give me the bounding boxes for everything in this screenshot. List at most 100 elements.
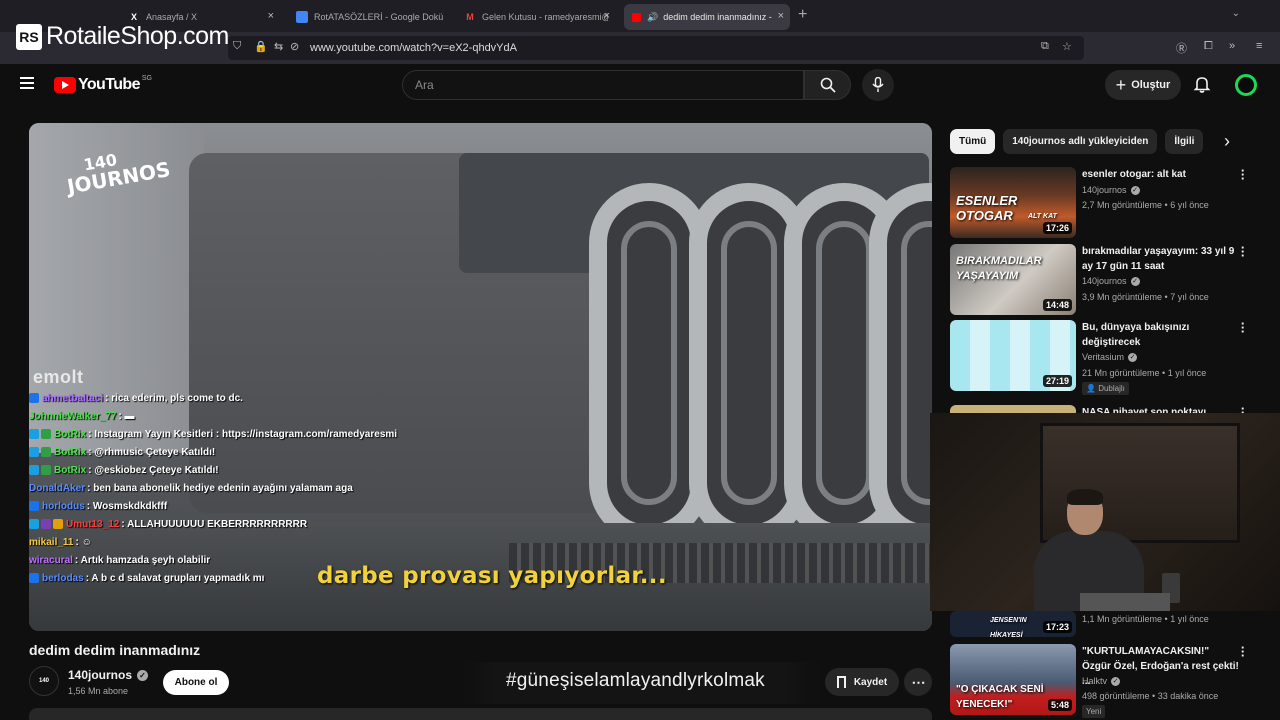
youtube-play-icon (54, 77, 76, 93)
video-thumbnail[interactable]: 27:19 (950, 320, 1076, 391)
profile-icon[interactable]: Ⓡ (1176, 40, 1187, 56)
chat-text: : ▬ (118, 411, 135, 422)
youtube-logo[interactable]: YouTube SG (54, 75, 152, 94)
channel-name-text: 140journos (68, 668, 133, 682)
autoplay-blocked-icon[interactable]: ⊘ (290, 40, 299, 53)
search-input[interactable]: Ara (402, 70, 804, 100)
save-label: Kaydet (853, 676, 888, 688)
streamer-hair (1067, 489, 1103, 505)
chat-badge-icon (41, 447, 51, 457)
duration-badge: 14:48 (1042, 299, 1072, 311)
chat-message: Umut13_12: ALLAHUUUUUU EKBERRRRRRRRRR (29, 519, 449, 531)
extensions-icon[interactable]: ⧠ (1204, 40, 1213, 53)
recommendation-title[interactable]: Bu, dünyaya bakışınızı değiştirecek (1082, 320, 1240, 350)
chat-message: ahmetbaltaci: rica ederim, pls come to d… (29, 393, 449, 405)
youtube-header: YouTube SG Ara + Oluştur (0, 64, 1280, 106)
kebab-menu-icon[interactable]: · · · (1240, 241, 1246, 262)
chevron-right-icon[interactable]: › (1224, 131, 1230, 152)
tab-youtube[interactable]: 🔊 dedim dedim inanmadınız - × (624, 4, 790, 30)
more-actions-button[interactable]: ⋯ (904, 668, 932, 696)
search-button[interactable] (804, 70, 851, 100)
chat-message: horlodus: Wosmskdkdkfff (29, 501, 449, 513)
microphone-icon (872, 77, 884, 92)
chat-badge-icon (41, 429, 51, 439)
picture-in-picture-icon[interactable]: ⧉ (1041, 40, 1049, 53)
plus-icon: + (1115, 74, 1127, 95)
thumbnail-text: ESENLER OTOGAR (956, 193, 1018, 223)
kebab-menu-icon[interactable]: · · · (1240, 641, 1246, 662)
account-avatar[interactable] (1235, 74, 1257, 96)
chat-text: : @eskiobez Çeteye Katıldı! (88, 465, 219, 476)
new-tab-button[interactable]: + (798, 6, 807, 24)
notifications-bell-icon[interactable] (1192, 74, 1212, 94)
dubbed-badge-text: Dublajlı (1098, 384, 1125, 393)
chat-badge-icon (29, 519, 39, 529)
recommendation-channel-text: 140journos (1082, 185, 1127, 195)
search-icon (820, 77, 836, 93)
channel-avatar[interactable]: 140 (29, 666, 59, 696)
lock-icon[interactable]: 🔒 (254, 40, 268, 53)
recommendation-channel[interactable]: 140journos ✓ (1082, 185, 1140, 195)
recommendation-item[interactable]: 27:19 Bu, dünyaya bakışınızı değiştirece… (950, 317, 1260, 395)
chip-all[interactable]: Tümü (950, 129, 996, 154)
kebab-menu-icon[interactable]: · · · (1240, 317, 1246, 338)
menu-icon[interactable]: ≡ (1256, 40, 1262, 52)
permissions-icon[interactable]: ⇆ (274, 40, 283, 53)
overflow-chevron-icon[interactable]: » (1229, 40, 1235, 52)
chat-text: : rica ederim, pls come to dc. (105, 393, 243, 404)
bookmark-star-icon[interactable]: ☆ (1062, 40, 1072, 53)
description-box[interactable] (29, 708, 932, 720)
search-placeholder: Ara (415, 78, 434, 92)
close-icon[interactable]: × (778, 10, 784, 22)
close-icon[interactable]: × (268, 10, 274, 22)
chat-text: : ☺ (75, 537, 92, 548)
create-button[interactable]: + Oluştur (1105, 70, 1181, 100)
recommendation-item[interactable]: BIRAKMADILAR YAŞAYAYIM 14:48 bırakmadıla… (950, 241, 1260, 316)
recommendation-item[interactable]: JENSEN'IN HİKAYESİ 17:23 1,1 Mn görüntül… (950, 611, 1260, 637)
subscribe-button[interactable]: Abone ol (163, 670, 229, 695)
video-thumbnail[interactable]: BIRAKMADILAR YAŞAYAYIM 14:48 (950, 244, 1076, 315)
chat-username: Umut13_12 (66, 519, 120, 530)
kebab-menu-icon[interactable]: · · · (1240, 164, 1246, 185)
speaker-icon[interactable]: 🔊 (647, 12, 658, 23)
chat-message: JohnnieWalker_77: ▬ (29, 411, 449, 423)
chat-message: BotRix: Instagram Yayın Kesitleri : http… (29, 429, 449, 441)
chat-badge-icon (41, 465, 51, 475)
chat-text: : Wosmskdkdkfff (86, 501, 168, 512)
recommendation-channel[interactable]: Veritasium ✓ (1082, 352, 1138, 362)
thumbnail-text: BIRAKMADILAR YAŞAYAYIM (956, 255, 1042, 282)
recommendation-meta: 498 görüntüleme • 33 dakika önce (1082, 691, 1219, 701)
chat-message: BotRix: @eskiobez Çeteye Katıldı! (29, 465, 449, 477)
voice-search-button[interactable] (862, 69, 894, 101)
recommendation-title[interactable]: esenler otogar: alt kat (1082, 167, 1240, 182)
save-button[interactable]: Kaydet (825, 668, 899, 696)
shield-icon[interactable]: ⛉ (233, 40, 241, 53)
recommendation-title[interactable]: bırakmadılar yaşayayım: 33 yıl 9 ay 17 g… (1082, 244, 1240, 274)
tab-gmail[interactable]: M Gelen Kutusu - ramedyaresmi@ × (456, 4, 616, 30)
video-thumbnail[interactable]: JENSEN'IN HİKAYESİ 17:23 (950, 611, 1076, 637)
chat-text: : @rhmusic Çeteye Katıldı! (88, 447, 216, 458)
streamer-webcam-overlay (930, 413, 1280, 611)
url-text[interactable]: www.youtube.com/watch?v=eX2-qhdvYdA (310, 42, 517, 54)
duration-badge: 17:23 (1042, 621, 1072, 633)
chip-related[interactable]: İlgili (1165, 129, 1204, 154)
channel-name[interactable]: 140journos ✓ (68, 668, 149, 682)
recommendation-item[interactable]: "O ÇIKACAK SENİ YENECEK!" 5:48 "KURTULAM… (950, 641, 1260, 718)
watermark-text: RotaileShop.com (46, 22, 229, 50)
bookmark-icon (836, 676, 846, 688)
chip-from-uploader[interactable]: 140journos adlı yükleyiciden (1003, 129, 1158, 154)
recommendation-channel[interactable]: Halktv ✓ (1082, 676, 1121, 686)
video-player[interactable]: 140 JOURNOS emolt ahmetbaltaci: rica ede… (29, 123, 932, 631)
video-thumbnail[interactable]: ESENLER OTOGAR ALT KAT 17:26 (950, 167, 1076, 238)
chat-badges (29, 393, 39, 405)
hamburger-menu-icon[interactable] (20, 77, 34, 89)
chat-badge-icon (29, 501, 39, 511)
video-thumbnail[interactable]: "O ÇIKACAK SENİ YENECEK!" 5:48 (950, 644, 1076, 715)
chat-badges (29, 447, 51, 459)
chevron-down-icon[interactable]: ⌄ (1232, 8, 1240, 19)
recommendation-channel[interactable]: 140journos ✓ (1082, 276, 1140, 286)
subscriber-count: 1,56 Mn abone (68, 686, 129, 696)
recommendation-item[interactable]: ESENLER OTOGAR ALT KAT 17:26 esenler oto… (950, 164, 1260, 239)
close-icon[interactable]: × (604, 10, 610, 22)
chat-badges (29, 429, 51, 441)
